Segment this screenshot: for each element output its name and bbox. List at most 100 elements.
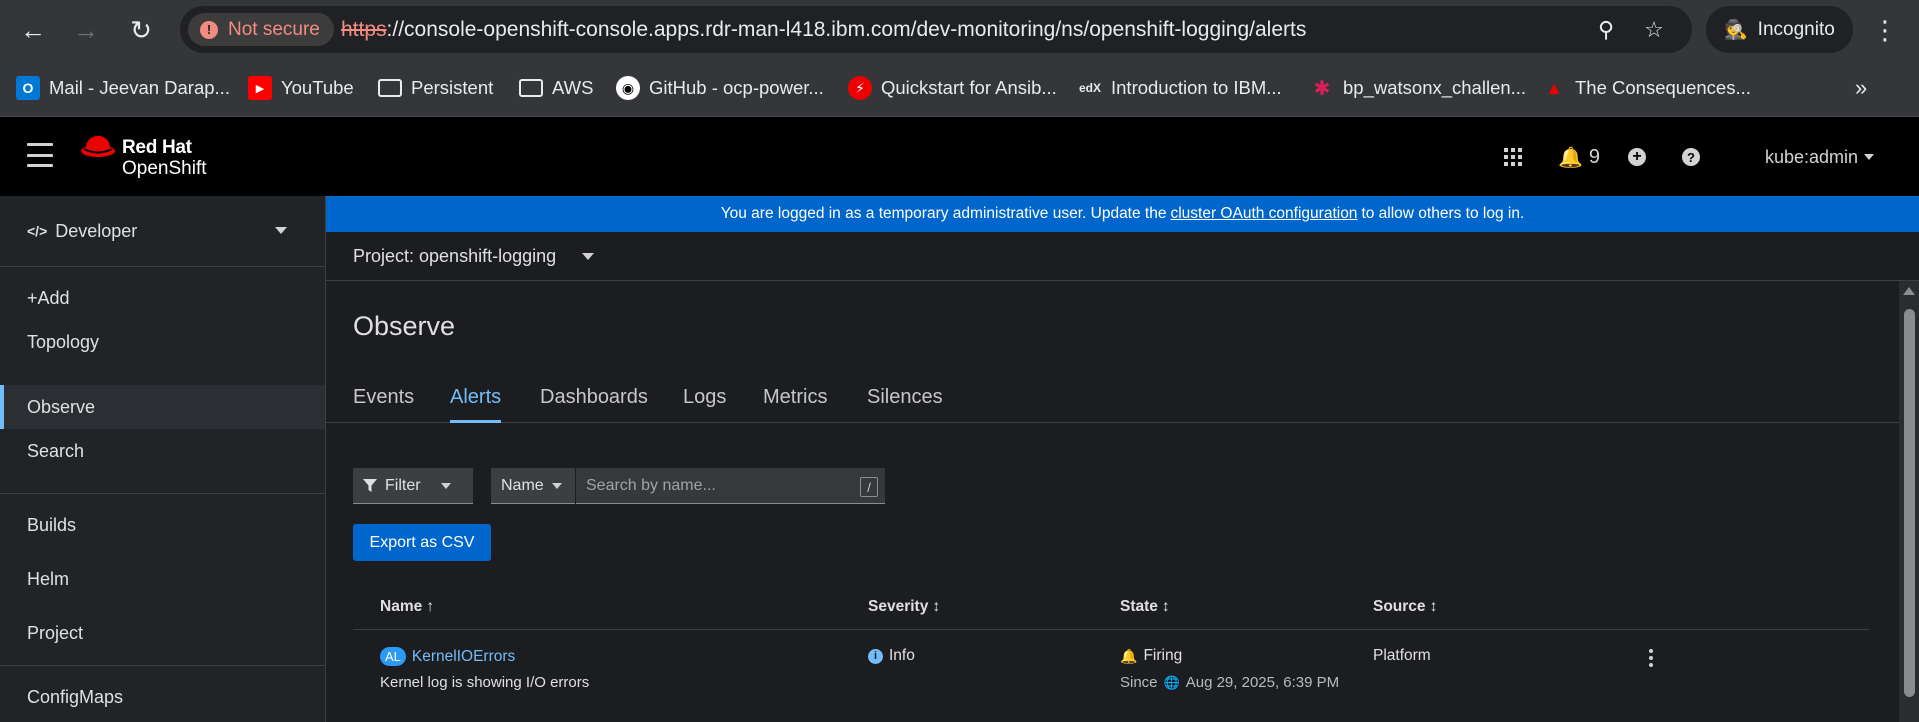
bookmark-label: AWS <box>552 77 594 98</box>
forward-icon[interactable]: → <box>68 12 104 48</box>
column-state[interactable]: State ↕ <box>1120 598 1170 616</box>
back-icon[interactable]: ← <box>15 12 51 48</box>
bookmark-item[interactable]: edX Introduction to IBM... <box>1078 73 1282 103</box>
bell-icon: 🔔 <box>1558 146 1583 169</box>
bookmark-label: Persistent <box>411 77 494 98</box>
bookmark-label: YouTube <box>281 77 354 98</box>
edx-icon: edX <box>1078 81 1101 95</box>
alert-link[interactable]: KernelIOErrors <box>412 648 515 666</box>
state-value: Firing <box>1143 647 1183 664</box>
redhat-openshift-logo[interactable]: Red Hat OpenShift <box>80 134 230 180</box>
project-label: Project: openshift-logging <box>353 245 557 266</box>
search-field-select[interactable]: Name <box>491 468 575 504</box>
bookmark-label: GitHub - ocp-power... <box>649 77 824 98</box>
browser-menu-icon[interactable]: ⋮ <box>1870 12 1900 48</box>
add-icon[interactable]: + <box>1628 143 1646 171</box>
sidebar-item-topology[interactable]: Topology <box>0 320 325 364</box>
incognito-indicator[interactable]: 🕵 Incognito <box>1706 6 1853 53</box>
tab-silences[interactable]: Silences <box>867 386 943 423</box>
sidebar-item-label: Search <box>27 440 85 461</box>
bookmark-item[interactable]: ⚡ Quickstart for Ansib... <box>848 73 1057 103</box>
lightning-icon: ⚡ <box>848 76 872 100</box>
sort-icon: ↕ <box>1161 598 1170 615</box>
tab-logs[interactable]: Logs <box>683 386 726 423</box>
sidebar-item-label: ConfigMaps <box>27 686 124 707</box>
reload-icon[interactable]: ↻ <box>123 12 159 48</box>
scroll-up-icon[interactable] <box>1903 287 1915 295</box>
state-cell: 🔔 Firing <box>1120 647 1182 665</box>
bookmark-item[interactable]: ▶ YouTube <box>248 73 354 103</box>
sidebar-item-helm[interactable]: Helm <box>0 557 325 601</box>
sidebar-item-builds[interactable]: Builds <box>0 503 325 547</box>
user-menu[interactable]: kube:admin <box>1765 143 1875 171</box>
alert-badge: AL <box>380 647 406 666</box>
scrollbar[interactable] <box>1899 281 1919 722</box>
folder-icon <box>378 79 402 97</box>
keyboard-shortcut-hint: / <box>860 477 878 497</box>
bookmark-item[interactable]: ◉ GitHub - ocp-power... <box>616 73 824 103</box>
user-name: kube:admin <box>1765 146 1859 167</box>
alert-name-cell: AL KernelIOErrors <box>380 647 515 666</box>
search-input[interactable] <box>576 468 885 504</box>
banner-text: You are logged in as a temporary adminis… <box>720 205 1167 222</box>
security-chip[interactable]: ! Not secure <box>188 13 334 46</box>
bookmark-item[interactable]: AWS <box>519 73 593 103</box>
bookmark-star-icon[interactable]: ☆ <box>1640 16 1668 44</box>
tab-alerts[interactable]: Alerts <box>450 386 502 423</box>
incognito-icon: 🕵 <box>1724 19 1748 41</box>
app-launcher-icon[interactable] <box>1504 143 1522 171</box>
address-bar[interactable]: ! Not secure https://console-openshift-c… <box>180 6 1692 53</box>
tab-dashboards[interactable]: Dashboards <box>540 386 648 423</box>
sidebar-item-configmaps[interactable]: ConfigMaps <box>0 675 325 719</box>
bookmark-item[interactable]: ▲ The Consequences... <box>1542 73 1751 103</box>
url-text[interactable]: https://console-openshift-console.apps.r… <box>341 6 1306 53</box>
url-path: ://console-openshift-console.apps.rdr-ma… <box>386 18 1307 41</box>
sidebar-item-search[interactable]: Search <box>0 429 325 473</box>
column-name[interactable]: Name ↑ <box>380 598 434 616</box>
table-header: Name ↑ Severity ↕ State ↕ Source ↕ <box>353 584 1869 630</box>
sidebar-divider <box>0 665 325 666</box>
notifications-button[interactable]: 🔔 9 <box>1558 143 1600 171</box>
project-selector[interactable]: Project: openshift-logging <box>326 232 1919 281</box>
folder-icon <box>519 79 543 97</box>
zoom-icon[interactable]: ⚲ <box>1592 16 1620 44</box>
redhat-hat-icon <box>81 136 115 157</box>
slack-icon: ✱ <box>1313 77 1331 100</box>
sidebar-item-label: Helm <box>27 568 70 589</box>
bookmark-label: The Consequences... <box>1575 77 1751 98</box>
admin-banner: You are logged in as a temporary adminis… <box>326 196 1919 232</box>
more-bookmarks-icon[interactable]: » <box>1855 73 1867 103</box>
incognito-label: Incognito <box>1757 18 1835 40</box>
scroll-thumb[interactable] <box>1904 309 1915 697</box>
export-csv-button[interactable]: Export as CSV <box>353 524 491 561</box>
tab-events[interactable]: Events <box>353 386 414 423</box>
bookmark-item[interactable]: Persistent <box>378 73 493 103</box>
since-timestamp: Aug 29, 2025, 6:39 PM <box>1185 674 1340 691</box>
url-scheme: https <box>341 18 387 41</box>
row-actions-kebab-icon[interactable] <box>1644 646 1658 670</box>
perspective-switcher[interactable]: </> Developer <box>0 196 325 267</box>
sidebar-item-observe[interactable]: Observe <box>0 385 325 429</box>
page-title: Observe <box>353 311 456 341</box>
oauth-config-link[interactable]: cluster OAuth configuration <box>1170 205 1357 223</box>
filter-icon <box>363 478 377 492</box>
bookmark-item[interactable]: O Mail - Jeevan Darap... <box>16 73 230 103</box>
chevron-down-icon <box>582 252 595 260</box>
masthead: Red Hat OpenShift 🔔 9 + ? kube:admin <box>0 117 1919 196</box>
bookmark-item[interactable]: ✱ bp_watsonx_challen... <box>1310 73 1526 103</box>
sidebar-item-add[interactable]: +Add <box>0 276 325 320</box>
perspective-label: Developer <box>55 220 138 241</box>
column-severity[interactable]: Severity ↕ <box>868 598 940 616</box>
sidebar-item-project[interactable]: Project <box>0 611 325 655</box>
browser-toolbar: ← → ↻ ! Not secure https://console-opens… <box>0 0 1919 60</box>
bookmarks-bar: O Mail - Jeevan Darap... ▶ YouTube Persi… <box>0 60 1919 117</box>
sidebar-item-label: Observe <box>27 396 96 417</box>
help-icon[interactable]: ? <box>1682 143 1700 171</box>
bookmark-label: Introduction to IBM... <box>1111 77 1282 98</box>
outlook-icon: O <box>16 76 40 100</box>
sidebar-item-label: Builds <box>27 514 77 535</box>
tab-metrics[interactable]: Metrics <box>763 386 827 423</box>
filter-dropdown[interactable]: Filter <box>353 468 473 504</box>
column-source[interactable]: Source ↕ <box>1373 598 1437 616</box>
hamburger-menu-icon[interactable] <box>27 143 53 167</box>
